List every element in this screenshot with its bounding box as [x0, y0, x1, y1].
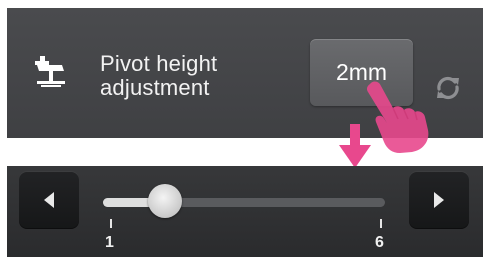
setting-label-line2: adjustment — [100, 75, 210, 100]
setting-label: Pivot height adjustment — [100, 52, 290, 100]
triangle-left-icon — [44, 192, 54, 208]
tick-min — [110, 219, 112, 228]
refresh-icon[interactable] — [432, 72, 464, 104]
slider-thumb[interactable] — [148, 184, 182, 218]
triangle-right-icon — [434, 192, 444, 208]
slider-panel: 1 6 — [7, 166, 483, 257]
tick-label-max: 6 — [375, 234, 384, 251]
tick-label-min: 1 — [105, 234, 114, 251]
arrow-down-icon — [339, 124, 371, 168]
setting-label-line1: Pivot height — [100, 51, 218, 76]
pivot-height-icon — [35, 56, 65, 87]
slider-track[interactable] — [103, 198, 385, 207]
decrease-button[interactable] — [19, 171, 79, 229]
increase-button[interactable] — [409, 171, 469, 229]
screen: Pivot height adjustment 2mm 1 6 — [0, 0, 483, 257]
tick-max — [380, 219, 382, 228]
